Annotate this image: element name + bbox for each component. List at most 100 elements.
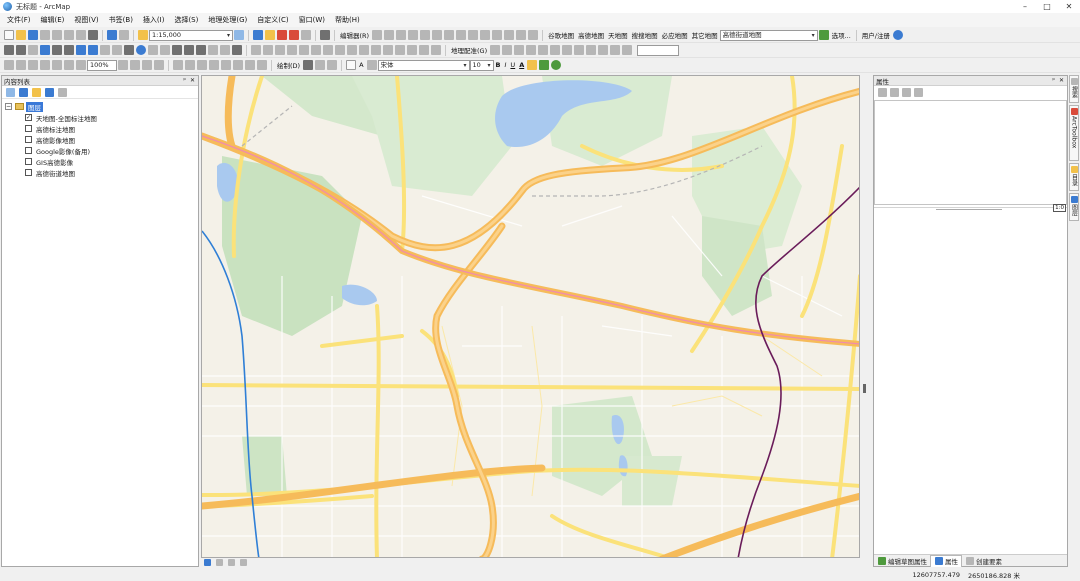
select-by-rectangle-icon[interactable]: [100, 45, 110, 55]
layer-checkbox[interactable]: [25, 158, 32, 165]
cut-icon[interactable]: [52, 30, 62, 40]
georef-extra-2-icon[interactable]: [502, 45, 513, 55]
georef-tool-9-icon[interactable]: [347, 45, 357, 55]
edit-annotation-icon[interactable]: [384, 30, 395, 40]
sketch-properties-icon[interactable]: [516, 30, 527, 40]
layout-tool-7-icon[interactable]: [76, 60, 86, 70]
menu-view[interactable]: 视图(V): [69, 13, 103, 27]
bing-map-menu[interactable]: 必应地图: [660, 30, 690, 40]
create-features-icon[interactable]: [528, 30, 539, 40]
georef-tool-2-icon[interactable]: [263, 45, 273, 55]
split-icon[interactable]: [480, 30, 491, 40]
layer-item[interactable]: 高德标注地图: [5, 123, 198, 134]
layers-root-label[interactable]: 图层: [26, 101, 43, 112]
layer-item[interactable]: 高德影像地图: [5, 134, 198, 145]
georef-tool-14-icon[interactable]: [407, 45, 417, 55]
menu-help[interactable]: 帮助(H): [330, 13, 365, 27]
layout-tool-6-icon[interactable]: [64, 60, 74, 70]
font-combo[interactable]: 宋体 ▾: [377, 59, 470, 71]
open-folder-icon[interactable]: [16, 30, 26, 40]
tab-edit-sketch-properties[interactable]: 编辑草图属性: [874, 555, 930, 567]
dock-tab-search[interactable]: 搜索: [1069, 75, 1079, 103]
close-button[interactable]: ✕: [1058, 0, 1080, 13]
search-window-icon[interactable]: [277, 30, 287, 40]
text-tool-button[interactable]: A: [357, 61, 365, 69]
rotate-icon[interactable]: [492, 30, 503, 40]
point-icon[interactable]: [432, 30, 443, 40]
menu-geoprocessing[interactable]: 地理处理(G): [203, 13, 252, 27]
layer-item[interactable]: GIS高德影像: [5, 156, 198, 167]
menu-bookmarks[interactable]: 书签(B): [104, 13, 138, 27]
georef-extra-9-icon[interactable]: [586, 45, 597, 55]
zoom-out-icon[interactable]: [16, 45, 26, 55]
georef-extra-5-icon[interactable]: [538, 45, 549, 55]
layer-item[interactable]: Google影像(备用): [5, 145, 198, 156]
properties-tool-2-icon[interactable]: [890, 88, 899, 97]
map-source-combo[interactable]: 高德街道地图 ▾: [719, 29, 818, 41]
tianditu-menu[interactable]: 天地图: [606, 30, 630, 40]
layout-tool-8-icon[interactable]: [118, 60, 128, 70]
adv-edit-3-icon[interactable]: [197, 60, 207, 70]
adv-edit-4-icon[interactable]: [209, 60, 219, 70]
georef-extra-11-icon[interactable]: [610, 45, 621, 55]
select-elements-arrow-icon[interactable]: [303, 60, 314, 70]
fixed-zoom-out-icon[interactable]: [64, 45, 74, 55]
full-extent-icon[interactable]: [40, 45, 50, 55]
soso-map-menu[interactable]: 搜搜地图: [630, 30, 660, 40]
other-map-menu[interactable]: 其它地图: [690, 30, 720, 40]
print-icon[interactable]: [40, 30, 50, 40]
edit-vertices-icon[interactable]: [444, 30, 455, 40]
georef-tool-11-icon[interactable]: [371, 45, 381, 55]
basemap-street-map[interactable]: [202, 76, 860, 558]
tab-create-features[interactable]: 创建要素: [962, 555, 1005, 567]
go-back-icon[interactable]: [76, 45, 86, 55]
delete-icon[interactable]: [88, 30, 98, 40]
zoom-to-selected-icon[interactable]: [327, 60, 338, 70]
splitter-grip[interactable]: [936, 209, 1002, 210]
layer-label[interactable]: 高德街道地图: [36, 168, 75, 178]
georef-extra-10-icon[interactable]: [598, 45, 609, 55]
arctoolbox-icon[interactable]: [289, 30, 299, 40]
menu-customize[interactable]: 自定义(C): [252, 13, 293, 27]
identify-icon[interactable]: [136, 45, 146, 55]
toc-options-icon[interactable]: [58, 87, 67, 97]
close-icon[interactable]: ✕: [190, 77, 195, 84]
reshape-icon[interactable]: [456, 30, 467, 40]
time-slider-icon[interactable]: [220, 45, 230, 55]
properties-tool-4-icon[interactable]: [914, 88, 923, 97]
pin-icon[interactable]: ᵖ: [1052, 77, 1055, 84]
georef-tool-8-icon[interactable]: [335, 45, 345, 55]
map-view[interactable]: [201, 75, 860, 558]
layout-tool-5-icon[interactable]: [52, 60, 62, 70]
user-register-button[interactable]: 用户/注册: [860, 30, 892, 40]
line-color-icon[interactable]: [539, 60, 550, 70]
menu-selection[interactable]: 选择(S): [169, 13, 203, 27]
layout-tool-1-icon[interactable]: [4, 60, 14, 70]
layout-tool-10-icon[interactable]: [142, 60, 152, 70]
dock-tab-arctoolbox[interactable]: ArcToolbox: [1069, 105, 1079, 161]
data-view-icon[interactable]: [204, 559, 211, 566]
georef-tool-4-icon[interactable]: [287, 45, 297, 55]
copy-icon[interactable]: [64, 30, 74, 40]
fixed-zoom-in-icon[interactable]: [52, 45, 62, 55]
layer-checkbox[interactable]: [25, 136, 32, 143]
georef-extra-4-icon[interactable]: [526, 45, 537, 55]
gaode-map-menu[interactable]: 高德地图: [576, 30, 606, 40]
georef-tool-5-icon[interactable]: [299, 45, 309, 55]
tab-attributes[interactable]: 属性: [930, 554, 962, 567]
table-of-contents-icon[interactable]: [253, 30, 263, 40]
options-button[interactable]: 选项...: [830, 30, 853, 40]
add-data-icon[interactable]: [138, 30, 148, 40]
layer-label[interactable]: GIS高德影像: [36, 157, 73, 167]
scale-combo[interactable]: 1:15,000 ▾: [149, 29, 233, 41]
menu-insert[interactable]: 插入(I): [138, 13, 170, 27]
save-icon[interactable]: [28, 30, 38, 40]
list-by-selection-icon[interactable]: [45, 87, 54, 97]
layer-label[interactable]: 高德标注地图: [36, 124, 75, 134]
load-map-icon[interactable]: [818, 30, 829, 40]
edit-tool-icon[interactable]: [372, 30, 383, 40]
hyperlink-icon[interactable]: [148, 45, 158, 55]
list-by-source-icon[interactable]: [19, 87, 28, 97]
fill-color-icon[interactable]: [527, 60, 538, 70]
cut-polygons-icon[interactable]: [468, 30, 479, 40]
